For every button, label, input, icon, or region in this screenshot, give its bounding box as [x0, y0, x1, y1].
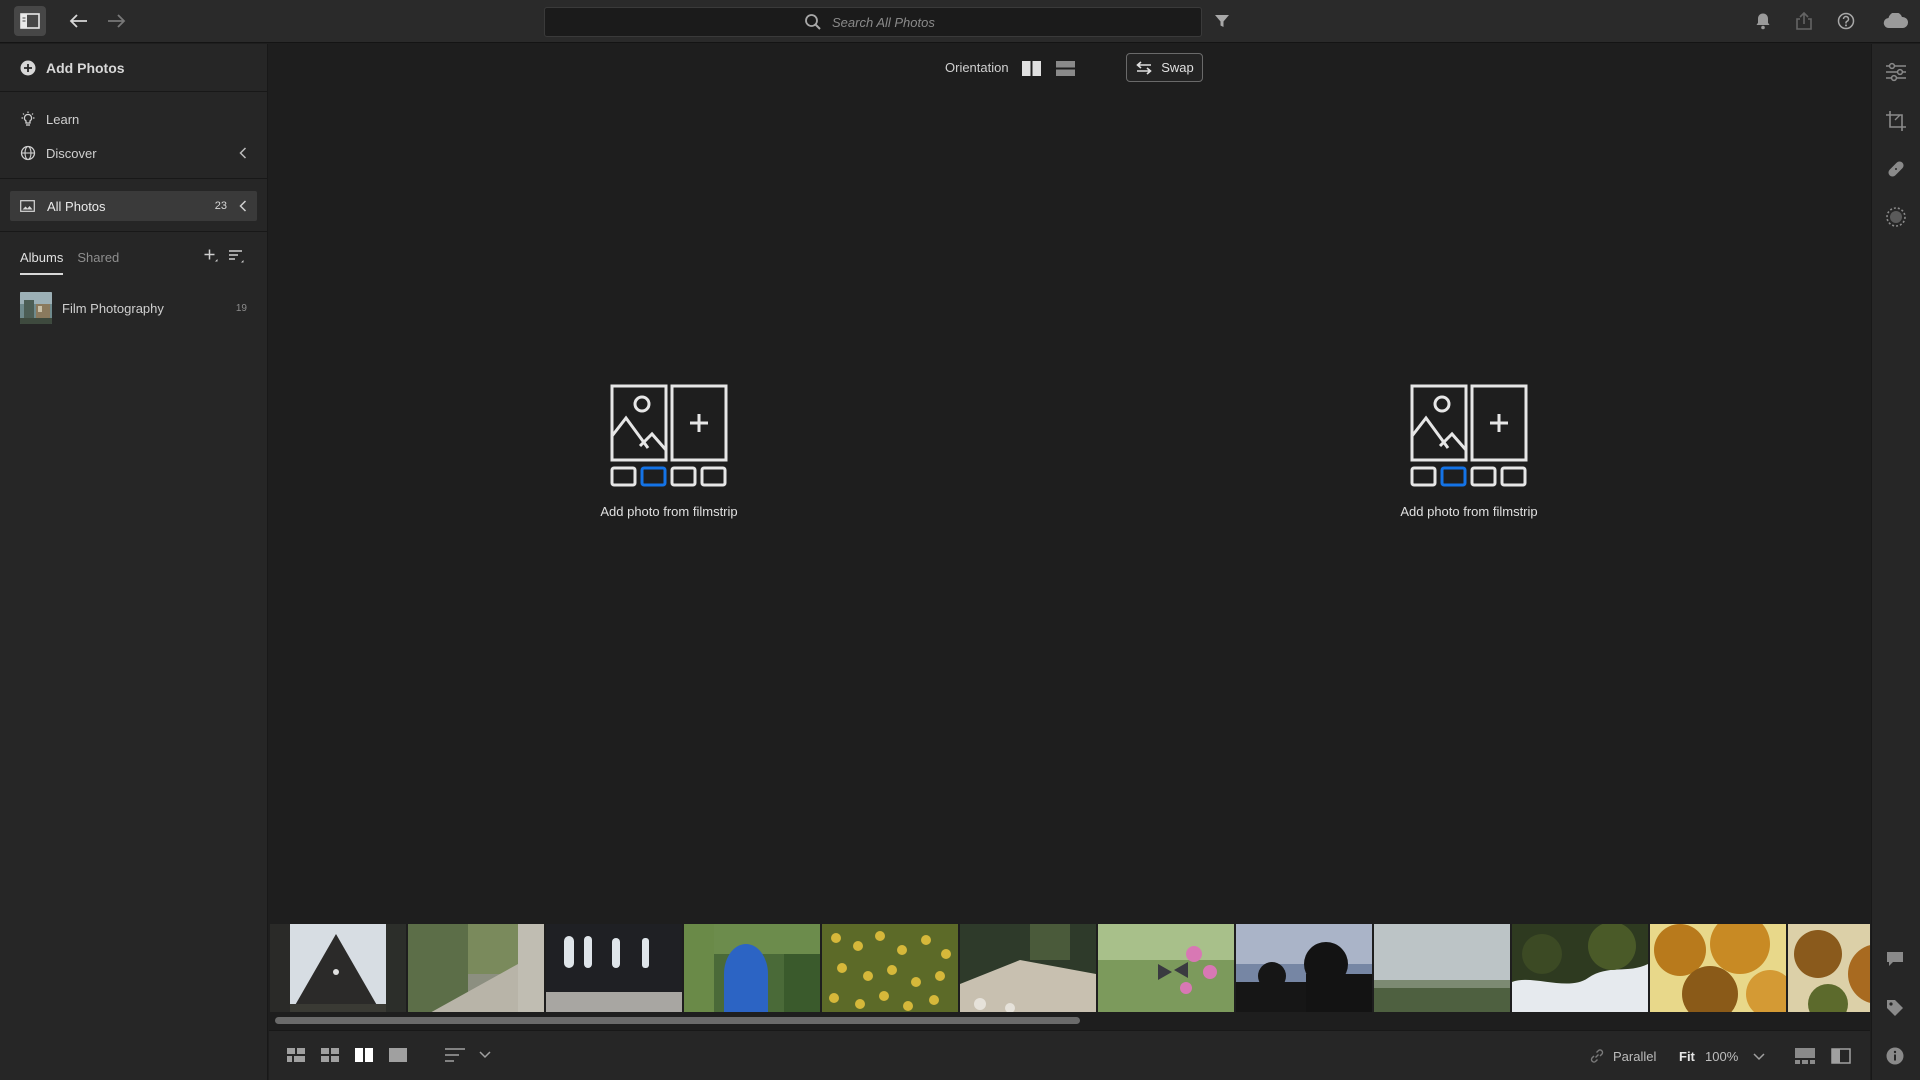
edit-sliders-icon[interactable]: [1885, 62, 1907, 82]
right-slot-text: Add photo from filmstrip: [1400, 504, 1538, 519]
filter-button[interactable]: [1207, 6, 1237, 36]
all-photos-section: All Photos 23: [0, 179, 267, 232]
filmstrip-thumbnail[interactable]: [960, 924, 1096, 1012]
notifications-button[interactable]: [1748, 6, 1778, 36]
link-icon[interactable]: [1589, 1048, 1605, 1064]
swap-button[interactable]: Swap: [1126, 53, 1203, 82]
sidebar-item-all-photos[interactable]: All Photos 23: [10, 191, 257, 221]
albums-tabs: Albums Shared: [0, 232, 267, 282]
help-button[interactable]: [1831, 6, 1861, 36]
filmstrip-thumbnail[interactable]: [1650, 924, 1786, 1012]
search-bar[interactable]: [544, 7, 1202, 37]
share-icon: [1795, 12, 1813, 30]
sort-lines-icon[interactable]: [445, 1048, 465, 1062]
add-photo-placeholder-icon: [1369, 384, 1569, 488]
tab-shared[interactable]: Shared: [77, 244, 119, 271]
funnel-icon: [1214, 14, 1230, 28]
grid-view-icon[interactable]: [321, 1048, 339, 1062]
info-icon[interactable]: [1885, 1046, 1905, 1066]
tag-icon[interactable]: [1885, 998, 1905, 1018]
left-slot-text: Add photo from filmstrip: [600, 504, 738, 519]
search-input[interactable]: [832, 14, 942, 30]
side-by-side-icon[interactable]: [1022, 61, 1041, 76]
arrow-right-icon: [106, 13, 126, 29]
orientation-label: Orientation: [945, 60, 1009, 75]
chevron-down-icon[interactable]: [1753, 1053, 1765, 1061]
filmstrip-thumbnail[interactable]: [408, 924, 544, 1012]
sidebar-item-discover[interactable]: Discover: [0, 136, 267, 170]
panel-toggle-button[interactable]: [14, 6, 46, 36]
filmstrip-scrollbar[interactable]: [275, 1017, 1870, 1024]
filmstrip-toggle-icon[interactable]: [1795, 1048, 1815, 1064]
bell-icon: [1755, 12, 1771, 30]
add-photos-label: Add Photos: [46, 59, 125, 76]
arrow-left-icon: [69, 13, 89, 29]
cloud-icon: [1883, 13, 1909, 29]
top-bar: [0, 0, 1920, 43]
sidebar-item-learn[interactable]: Learn: [0, 102, 267, 136]
filmstrip: [270, 924, 1870, 1012]
filmstrip-thumbnail[interactable]: [684, 924, 820, 1012]
square-grid-view-icon[interactable]: [287, 1048, 305, 1062]
sidebar-item-label: Learn: [46, 111, 80, 127]
album-count: 19: [235, 302, 247, 314]
compare-view-icon[interactable]: [355, 1048, 373, 1062]
nav-group: Learn Discover: [0, 92, 267, 179]
right-compare-slot[interactable]: Add photo from filmstrip: [1369, 384, 1569, 519]
left-sidebar: Add Photos Learn Discover All Photos 23: [0, 44, 268, 1080]
masking-circle-icon[interactable]: [1885, 206, 1907, 228]
comment-icon[interactable]: [1885, 950, 1905, 968]
all-photos-label: All Photos: [47, 198, 106, 214]
plus-circle-icon: [20, 60, 36, 76]
top-bottom-icon[interactable]: [1056, 61, 1075, 76]
filmstrip-thumbnail[interactable]: [822, 924, 958, 1012]
filmstrip-thumbnail[interactable]: [1512, 924, 1648, 1012]
parallel-label[interactable]: Parallel: [1613, 1049, 1656, 1064]
zoom-level[interactable]: 100%: [1705, 1049, 1738, 1064]
forward-button[interactable]: [101, 6, 131, 36]
before-after-icon[interactable]: [1831, 1048, 1851, 1064]
album-thumbnail: [20, 292, 52, 324]
filmstrip-thumbnail[interactable]: [270, 924, 406, 1012]
right-tool-panel: [1871, 44, 1920, 1080]
crop-icon[interactable]: [1885, 110, 1907, 132]
filmstrip-thumbnail[interactable]: [1098, 924, 1234, 1012]
album-name: Film Photography: [62, 300, 164, 316]
compare-view: Orientation Swap Add photo from filmstri…: [269, 44, 1870, 924]
left-compare-slot[interactable]: Add photo from filmstrip: [569, 384, 769, 519]
sort-icon[interactable]: [228, 248, 246, 264]
question-circle-icon: [1837, 12, 1855, 30]
chevron-left-icon[interactable]: [239, 200, 247, 212]
album-item[interactable]: Film Photography 19: [0, 288, 267, 328]
photo-count: 23: [214, 200, 227, 212]
filmstrip-thumbnail[interactable]: [1788, 924, 1870, 1012]
sidebar-panel-icon: [20, 13, 40, 29]
healing-bandage-icon[interactable]: [1885, 158, 1907, 180]
globe-icon: [20, 145, 36, 161]
tab-albums[interactable]: Albums: [20, 244, 64, 275]
swap-arrows-icon: [1135, 60, 1153, 75]
cloud-sync-button[interactable]: [1876, 6, 1916, 36]
back-button[interactable]: [64, 6, 94, 36]
create-album-icon[interactable]: [203, 248, 219, 264]
share-button[interactable]: [1789, 6, 1819, 36]
filmstrip-thumbnail[interactable]: [546, 924, 682, 1012]
sidebar-item-label: Discover: [46, 145, 97, 161]
filmstrip-thumbnail[interactable]: [1374, 924, 1510, 1012]
add-photo-placeholder-icon: [569, 384, 769, 488]
photos-icon: [20, 200, 35, 212]
orientation-bar: Orientation Swap: [269, 52, 1870, 82]
search-icon: [804, 13, 822, 31]
bottom-bar: Parallel Fit 100%: [269, 1030, 1870, 1080]
zoom-fit-button[interactable]: Fit: [1679, 1049, 1695, 1064]
detail-view-icon[interactable]: [389, 1048, 407, 1062]
lightbulb-icon: [20, 111, 36, 127]
filmstrip-scroll-thumb[interactable]: [275, 1017, 1080, 1024]
filmstrip-thumbnail[interactable]: [1236, 924, 1372, 1012]
chevron-down-icon[interactable]: [479, 1051, 491, 1059]
add-photos-button[interactable]: Add Photos: [0, 44, 267, 92]
swap-label: Swap: [1161, 60, 1194, 75]
chevron-left-icon[interactable]: [239, 147, 247, 159]
